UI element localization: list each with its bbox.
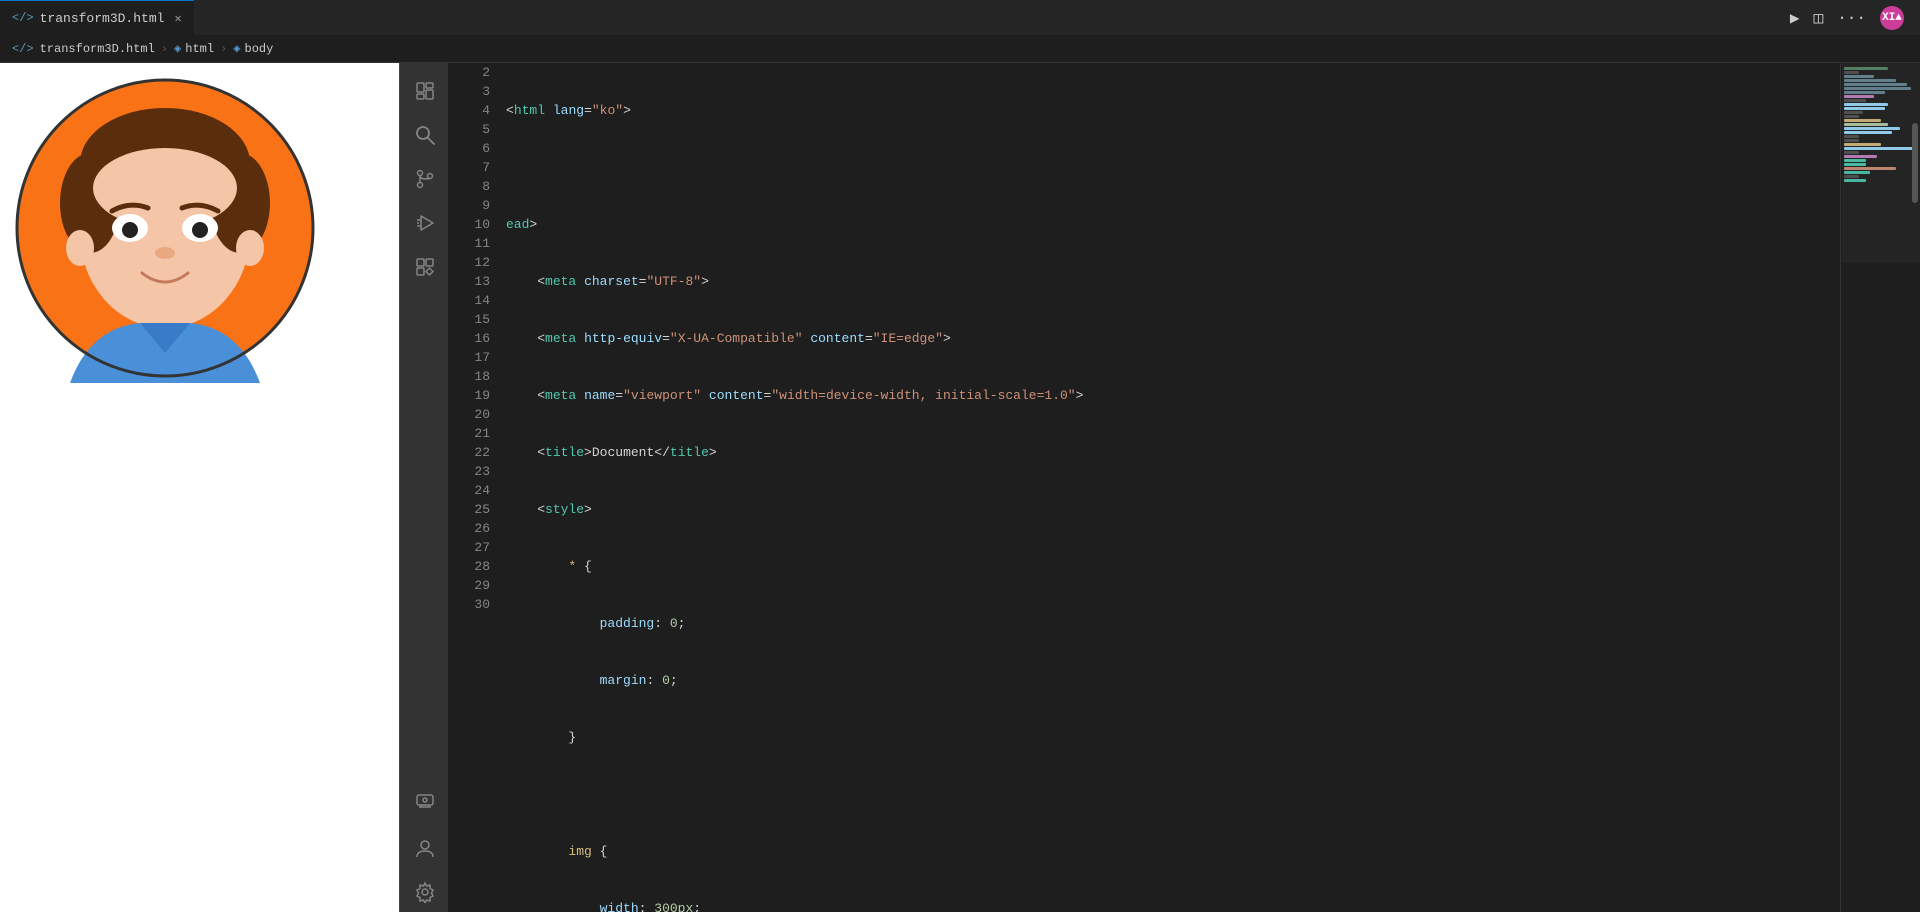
code-line-8: <title>Document</title>: [506, 443, 1840, 462]
minimap-lines: [1842, 63, 1920, 187]
code-line-5: <meta charset="UTF-8">: [506, 272, 1840, 291]
code-content[interactable]: <html lang="ko"> ead> <meta charset="UTF…: [498, 63, 1840, 912]
activity-source-control[interactable]: [404, 159, 444, 199]
preview-pane: [0, 63, 400, 912]
minimap[interactable]: [1840, 63, 1920, 912]
settings-icon: [414, 881, 436, 903]
breadcrumb-file[interactable]: transform3D.html: [40, 42, 155, 56]
explorer-icon: [414, 80, 436, 102]
run-debug-icon: [414, 212, 436, 234]
tab-title: transform3D.html: [40, 11, 165, 26]
activity-explorer[interactable]: [404, 71, 444, 111]
code-line-15: img {: [506, 842, 1840, 861]
more-actions-button[interactable]: ···: [1837, 9, 1866, 27]
activity-search[interactable]: [404, 115, 444, 155]
code-line-6: <meta http-equiv="X-UA-Compatible" conte…: [506, 329, 1840, 348]
split-editor-button[interactable]: ◫: [1814, 8, 1824, 28]
editor-area[interactable]: 2 3 4 5 6 7 8 9 10 11 12 13 14 15 16 17 …: [448, 63, 1840, 912]
activity-settings[interactable]: [404, 872, 444, 912]
code-line-9: <style>: [506, 500, 1840, 519]
line-numbers: 2 3 4 5 6 7 8 9 10 11 12 13 14 15 16 17 …: [448, 63, 498, 912]
code-line-2: <html lang="ko">: [506, 101, 1840, 120]
activity-extensions[interactable]: [404, 247, 444, 287]
code-line-13: }: [506, 728, 1840, 747]
code-line-10: * {: [506, 557, 1840, 576]
code-line-3: [506, 158, 1840, 177]
activity-account[interactable]: [404, 828, 444, 868]
main-layout: 2 3 4 5 6 7 8 9 10 11 12 13 14 15 16 17 …: [0, 63, 1920, 912]
breadcrumb-body[interactable]: ◈ body: [233, 41, 273, 56]
activity-run-debug[interactable]: [404, 203, 444, 243]
breadcrumb-html[interactable]: ◈ html: [174, 41, 214, 56]
search-icon: [414, 124, 436, 146]
activity-remote[interactable]: [404, 780, 444, 820]
top-bar: </> transform3D.html ✕ ▶ ◫ ··· XI▲: [0, 0, 1920, 35]
preview-image-container: [10, 73, 330, 393]
source-control-icon: [414, 168, 436, 190]
breadcrumb-body-icon: ◈: [233, 41, 240, 56]
activity-bar: [400, 63, 448, 912]
extensions-icon: [414, 256, 436, 278]
code-container[interactable]: 2 3 4 5 6 7 8 9 10 11 12 13 14 15 16 17 …: [448, 63, 1840, 912]
code-line-4: ead>: [506, 215, 1840, 234]
top-right-icons-group: ▶ ◫ ··· XI▲: [1790, 6, 1920, 30]
run-button[interactable]: ▶: [1790, 8, 1800, 28]
minimap-content: [1842, 63, 1920, 263]
tab-close-button[interactable]: ✕: [174, 11, 181, 26]
code-line-16: width: 300px;: [506, 899, 1840, 912]
account-icon: [414, 837, 436, 859]
code-line-14: [506, 785, 1840, 804]
breadcrumb-html-icon: ◈: [174, 41, 181, 56]
remote-icon: [414, 789, 436, 811]
code-line-11: padding: 0;: [506, 614, 1840, 633]
tab-file-icon: </>: [12, 11, 34, 25]
code-line-7: <meta name="viewport" content="width=dev…: [506, 386, 1840, 405]
tab-area: </> transform3D.html ✕: [0, 0, 1790, 35]
code-line-12: margin: 0;: [506, 671, 1840, 690]
avatar-svg: [10, 73, 320, 383]
breadcrumb-file-icon: </>: [12, 42, 34, 56]
breadcrumb-bar: </> transform3D.html › ◈ html › ◈ body: [0, 35, 1920, 63]
user-avatar[interactable]: XI▲: [1880, 6, 1904, 30]
scrollbar-thumb[interactable]: [1912, 123, 1918, 203]
tab-transform3d[interactable]: </> transform3D.html ✕: [0, 0, 194, 35]
